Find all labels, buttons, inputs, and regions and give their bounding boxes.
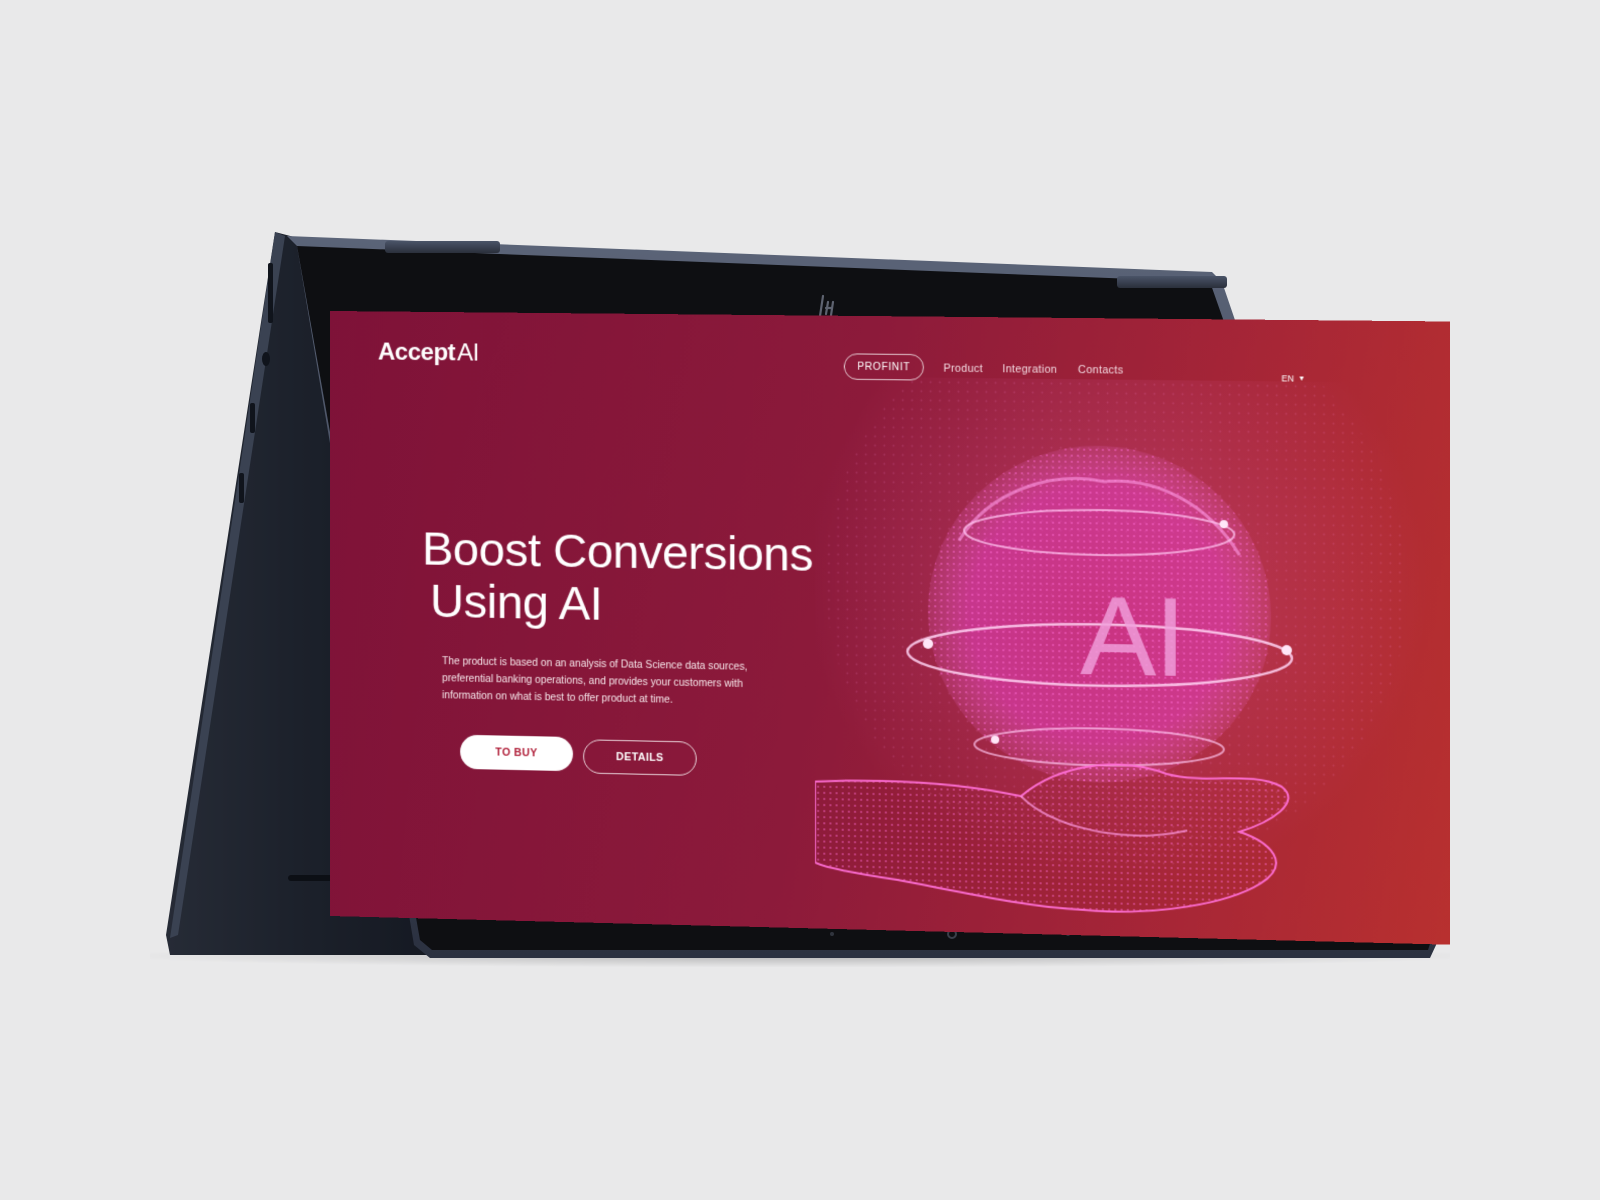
side-port (268, 263, 273, 323)
screen: Accept AI PROFINIT Product Integration C… (330, 311, 1451, 945)
nav-link-product[interactable]: Product (943, 362, 983, 375)
nav-link-contacts[interactable]: Contacts (1078, 364, 1124, 377)
logo-word-accept: Accept (377, 338, 456, 367)
side-port (239, 473, 244, 503)
hero-title-line-2: Using AI (430, 573, 603, 630)
accept-ai-logo[interactable]: Accept AI (378, 338, 479, 367)
hero-description: The product is based on an analysis of D… (442, 656, 748, 706)
side-port (250, 403, 255, 433)
hinge-right (1117, 276, 1227, 288)
hero-title-line-1: Boost Conversions (422, 521, 814, 581)
side-port (262, 352, 270, 366)
nav-link-integration[interactable]: Integration (1002, 363, 1057, 376)
hinge-left (385, 241, 500, 253)
laptop-scene: Accept AI PROFINIT Product Integration C… (0, 0, 1600, 1200)
to-buy-button[interactable]: TO BUY (460, 734, 573, 772)
hero-title: Boost Conversions Using AI (422, 521, 814, 633)
illustration-ai-label: AI (1080, 573, 1185, 701)
logo-word-ai: AI (457, 339, 479, 367)
webpage: Accept AI PROFINIT Product Integration C… (330, 311, 1451, 945)
details-button[interactable]: DETAILS (583, 739, 697, 776)
